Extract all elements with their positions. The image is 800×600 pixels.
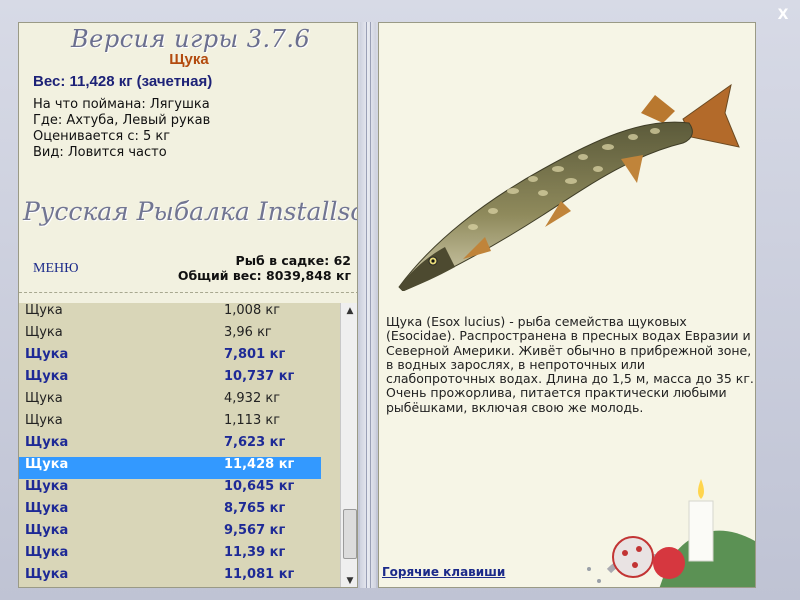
menu-button[interactable]: МЕНЮ [33,261,79,277]
list-item[interactable]: Щука 7,623 кг [19,435,321,457]
list-item-weight: 7,801 кг [224,347,286,362]
list-item-fish-name: Щука [25,325,63,340]
game-version: Версия игры 3.7.6 [71,25,311,53]
frequency-info: Вид: Ловится часто [33,145,167,160]
scrollbar[interactable]: ▲ ▼ [340,303,357,587]
list-item-weight: 7,623 кг [224,435,286,450]
list-item-fish-name: Щука [25,457,69,472]
fish-info-panel: Щука (Esox lucius) - рыба семейства щуко… [378,22,756,588]
cage-total-weight: Общий вес: 8039,848 кг [177,268,351,283]
min-weight-info: Оценивается с: 5 кг [33,129,171,144]
list-item[interactable]: Щука 11,39 кг [19,545,321,567]
list-item[interactable]: Щука 8,765 кг [19,501,321,523]
pike-image [398,83,740,291]
close-icon[interactable]: X [774,6,792,24]
hotkeys-link[interactable]: Горячие клавиши [382,565,505,579]
list-item-weight: 10,645 кг [224,479,295,494]
fish-description: Щука (Esox lucius) - рыба семейства щуко… [386,314,754,415]
list-item-fish-name: Щука [25,501,69,516]
cage-stats: Рыб в садке: 62 Общий вес: 8039,848 кг [178,253,351,283]
list-item-fish-name: Щука [25,523,69,538]
list-item-weight: 8,765 кг [224,501,286,516]
list-item[interactable]: Щука 10,645 кг [19,479,321,501]
list-item-fish-name: Щука [25,545,69,560]
list-item-fish-name: Щука [25,567,69,582]
list-item-fish-name: Щука [25,369,69,384]
list-item[interactable]: Щука 9,567 кг [19,523,321,545]
panel-splitter[interactable] [360,22,376,588]
list-item-weight: 4,932 кг [224,391,281,406]
list-item-weight: 10,737 кг [224,369,295,384]
list-item-weight: 11,39 кг [224,545,286,560]
brand-logo: Русская Рыбалка Installsoft [23,197,358,226]
bait-info: На что поймана: Лягушка [33,97,210,112]
scroll-down-icon[interactable]: ▼ [341,573,357,587]
cage-count: Рыб в садке: 62 [235,253,351,268]
scroll-up-icon[interactable]: ▲ [341,303,357,319]
list-item-weight: 11,428 кг [224,457,295,472]
catch-info-panel: Версия игры 3.7.6 Щука Вес: 11,428 кг (з… [18,22,358,588]
window-frame: X Версия игры 3.7.6 Щука Вес: 11,428 кг … [0,0,800,600]
catch-list[interactable]: Щука 11,081 кг Щука 11,39 кг Щука 9,567 кг Щук… [19,303,357,587]
fish-weight: Вес: 11,428 кг (зачетная) [33,73,213,90]
christmas-decoration [587,479,755,587]
list-item[interactable]: Щука 4,932 кг [19,391,321,413]
list-item-weight: 1,008 кг [224,303,281,318]
list-item[interactable]: Щука 11,081 кг [19,567,321,587]
list-item-weight: 3,96 кг [224,325,272,340]
list-item-fish-name: Щука [25,479,69,494]
list-item-weight: 9,567 кг [224,523,286,538]
list-item[interactable]: Щука 1,008 кг [19,303,321,325]
list-item-fish-name: Щука [25,347,69,362]
list-item-fish-name: Щука [25,391,63,406]
list-item-fish-name: Щука [25,303,63,318]
list-item-weight: 1,113 кг [224,413,281,428]
list-item-fish-name: Щука [25,413,63,428]
list-item[interactable]: Щука 3,96 кг [19,325,321,347]
list-item[interactable]: Щука 11,428 кг [19,457,321,479]
catch-details: На что поймана: Лягушка Где: Ахтуба, Лев… [33,97,210,161]
divider [19,292,357,293]
scrollbar-thumb[interactable] [343,509,357,559]
location-info: Где: Ахтуба, Левый рукав [33,113,211,128]
list-item-fish-name: Щука [25,435,69,450]
list-item[interactable]: Щука 7,801 кг [19,347,321,369]
list-item[interactable]: Щука 1,113 кг [19,413,321,435]
list-item[interactable]: Щука 10,737 кг [19,369,321,391]
list-item-weight: 11,081 кг [224,567,295,582]
fish-name: Щука [169,51,209,68]
